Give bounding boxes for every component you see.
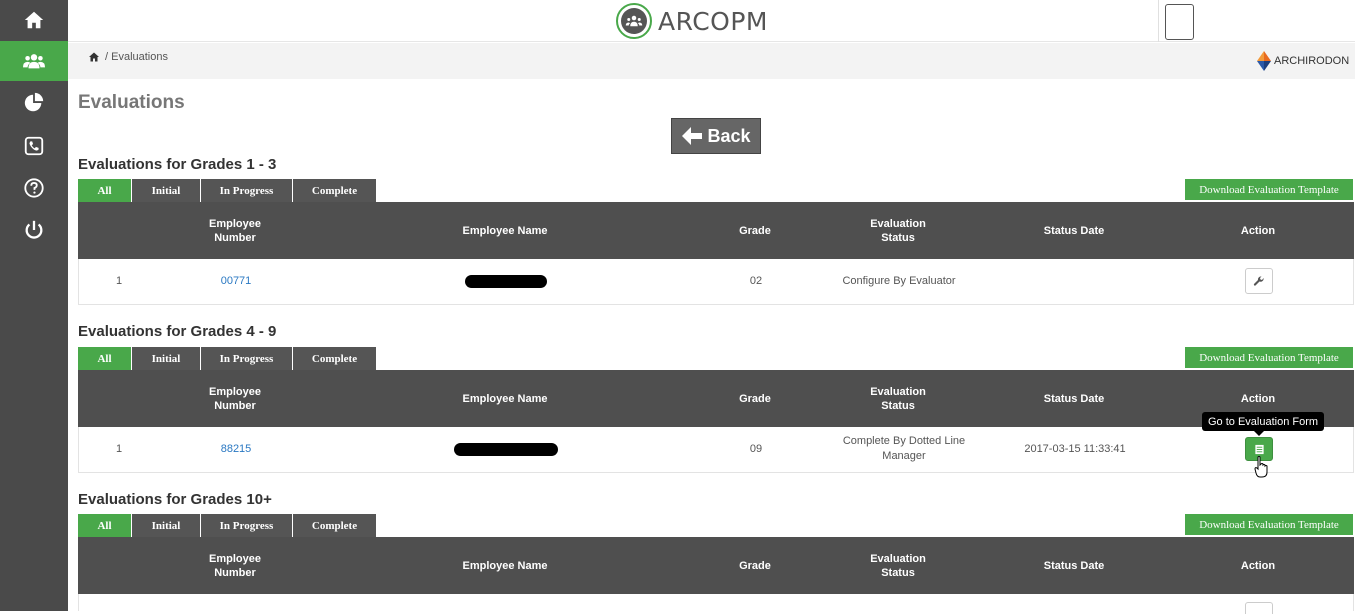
- column-header-grade[interactable]: Grade: [725, 537, 785, 594]
- breadcrumb-bar: / Evaluations ARCHIRODON: [68, 43, 1355, 79]
- column-header-evaluation-status[interactable]: Evaluation Status: [858, 370, 938, 427]
- column-header-evaluation-status[interactable]: Evaluation Status: [858, 537, 938, 594]
- column-header-status-date[interactable]: Status Date: [1024, 537, 1124, 594]
- grade: 09: [749, 442, 763, 455]
- column-header-employee-name[interactable]: Employee Name: [435, 537, 575, 594]
- section-title-grades-10-plus: Evaluations for Grades 10+: [78, 491, 272, 508]
- tab-in-progress[interactable]: In Progress: [201, 347, 293, 370]
- filter-tabs: All Initial In Progress Complete: [78, 514, 377, 537]
- column-header-status-date[interactable]: Status Date: [1024, 202, 1124, 259]
- company-name: ARCHIRODON: [1274, 55, 1350, 67]
- user-menu-button[interactable]: [1165, 4, 1194, 40]
- power-icon: [25, 220, 43, 239]
- download-template-button[interactable]: Download Evaluation Template: [1185, 514, 1353, 535]
- table-row: [78, 594, 1354, 614]
- sidebar-item-help[interactable]: [0, 168, 68, 208]
- download-template-button[interactable]: Download Evaluation Template: [1185, 179, 1353, 200]
- users-icon: [23, 54, 45, 69]
- tab-complete[interactable]: Complete: [293, 347, 377, 370]
- divider: [1158, 0, 1159, 42]
- row-index: 1: [115, 274, 123, 287]
- page-title: Evaluations: [78, 92, 185, 113]
- evaluation-status: Configure By Evaluator: [842, 274, 956, 287]
- back-label: Back: [707, 125, 751, 146]
- tab-complete[interactable]: Complete: [293, 179, 377, 202]
- grade: 02: [749, 274, 763, 287]
- action-cell: [1229, 259, 1289, 303]
- section-title-grades-1-3: Evaluations for Grades 1 - 3: [78, 156, 277, 173]
- column-header-employee-name[interactable]: Employee Name: [435, 202, 575, 259]
- row-index: 1: [115, 442, 123, 455]
- status-date: [1025, 259, 1125, 303]
- table-header: Employee Number Employee Name Grade Eval…: [78, 202, 1354, 259]
- archirodon-logo-icon: [1257, 51, 1271, 71]
- employee-number-link[interactable]: 00771: [196, 259, 276, 303]
- logo-text: ARCOPM: [658, 6, 769, 36]
- tab-all[interactable]: All: [78, 179, 132, 202]
- back-button[interactable]: Back: [671, 118, 761, 154]
- redacted-name: [454, 442, 558, 456]
- column-header-action: Action: [1240, 559, 1276, 572]
- table-header: Employee Number Employee Name Grade Eval…: [78, 537, 1354, 594]
- column-header-grade[interactable]: Grade: [725, 370, 785, 427]
- redacted-name: [465, 274, 547, 288]
- column-header-employee-number[interactable]: Employee Number: [195, 370, 275, 427]
- sidebar-item-logout[interactable]: [0, 210, 68, 250]
- employee-name: [436, 259, 576, 303]
- evaluation-status: Complete By Dotted Line Manager: [842, 435, 966, 462]
- app-logo[interactable]: ARCOPM: [616, 3, 768, 39]
- hand-cursor-icon: [1254, 456, 1268, 478]
- home-icon[interactable]: [88, 51, 100, 63]
- sidebar-item-contact[interactable]: [0, 126, 68, 166]
- tab-complete[interactable]: Complete: [293, 514, 377, 537]
- employee-name: [436, 427, 576, 471]
- logo-mark: [616, 3, 652, 39]
- top-bar: ARCOPM: [68, 0, 1355, 42]
- form-icon: [1254, 444, 1264, 454]
- column-header-status-date[interactable]: Status Date: [1024, 370, 1124, 427]
- configure-button[interactable]: [1245, 268, 1273, 294]
- column-header-grade[interactable]: Grade: [725, 202, 785, 259]
- breadcrumb: / Evaluations: [88, 51, 168, 63]
- tab-all[interactable]: All: [78, 514, 132, 537]
- sidebar: [0, 0, 68, 611]
- action-button-partial[interactable]: [1245, 602, 1273, 614]
- column-header-employee-number[interactable]: Employee Number: [195, 537, 275, 594]
- table-row: 1 88215 09 Complete By Dotted Line Manag…: [78, 427, 1354, 473]
- wrench-icon: [1253, 276, 1264, 286]
- pie-chart-icon: [24, 92, 44, 112]
- breadcrumb-current: / Evaluations: [105, 51, 168, 63]
- column-header-evaluation-status[interactable]: Evaluation Status: [858, 202, 938, 259]
- users-icon: [625, 15, 643, 27]
- column-header-action: Action: [1240, 224, 1276, 237]
- filter-tabs: All Initial In Progress Complete: [78, 347, 377, 370]
- section-title-grades-4-9: Evaluations for Grades 4 - 9: [78, 323, 277, 340]
- download-template-button[interactable]: Download Evaluation Template: [1185, 347, 1353, 368]
- tooltip: Go to Evaluation Form: [1202, 412, 1325, 436]
- tab-in-progress[interactable]: In Progress: [201, 179, 293, 202]
- column-header-employee-name[interactable]: Employee Name: [435, 370, 575, 427]
- status-date: 2017-03-15 11:33:41: [1024, 442, 1126, 455]
- column-header-employee-number[interactable]: Employee Number: [195, 202, 275, 259]
- employee-number-link[interactable]: 88215: [196, 427, 276, 471]
- sidebar-item-users[interactable]: [0, 41, 68, 81]
- sidebar-item-reports[interactable]: [0, 83, 68, 123]
- arrow-left-icon: [682, 127, 703, 145]
- table-row: 1 00771 02 Configure By Evaluator: [78, 259, 1354, 305]
- tab-all[interactable]: All: [78, 347, 132, 370]
- sidebar-item-home[interactable]: [0, 0, 68, 40]
- tab-initial[interactable]: Initial: [132, 514, 201, 537]
- company-logo: ARCHIRODON: [1256, 51, 1349, 71]
- help-icon: [24, 178, 44, 198]
- home-icon: [24, 11, 44, 29]
- tab-initial[interactable]: Initial: [132, 179, 201, 202]
- filter-tabs: All Initial In Progress Complete: [78, 179, 377, 202]
- tab-initial[interactable]: Initial: [132, 347, 201, 370]
- table-header: Employee Number Employee Name Grade Eval…: [78, 370, 1354, 427]
- tab-in-progress[interactable]: In Progress: [201, 514, 293, 537]
- phone-icon: [24, 136, 44, 156]
